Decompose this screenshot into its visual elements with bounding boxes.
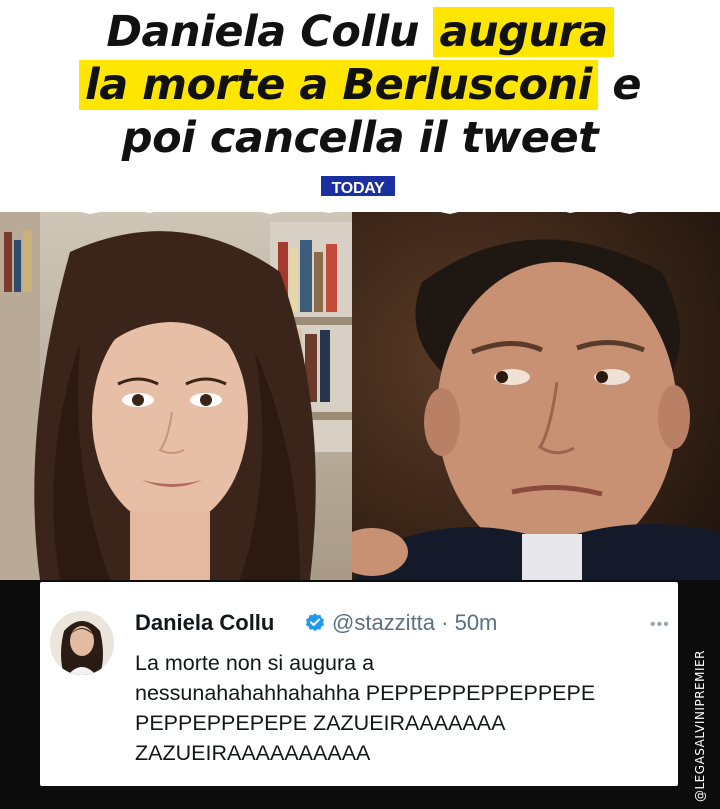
headline-text: e: [597, 60, 642, 110]
headline-line-2: la morte a Berlusconi e: [0, 59, 720, 112]
headline-line-3: poi cancella il tweet: [121, 113, 599, 163]
tweet-handle-and-time[interactable]: @stazzitta · 50m: [332, 610, 497, 636]
verified-badge-icon: [306, 613, 324, 632]
watermark: @LEGASALVINIPREMIER: [693, 650, 707, 802]
woman-portrait-photo: [0, 212, 356, 580]
headline-text: Daniela Collu: [106, 7, 434, 57]
headline: Daniela Collu augura la morte a Berlusco…: [0, 6, 720, 165]
man-portrait-photo: [352, 212, 720, 580]
tweet-text: La morte non si augura a nessunahahahhah…: [135, 651, 596, 765]
tweet-card: Daniela Collu @stazzitta · 50m ••• La mo…: [40, 582, 678, 786]
headline-highlight: augura: [433, 7, 614, 57]
headline-highlight: la morte a Berlusconi: [78, 60, 598, 110]
avatar: [50, 611, 114, 675]
torn-paper-edge: [0, 196, 720, 214]
tweet-author-name[interactable]: Daniela Collu: [135, 610, 274, 636]
more-options-icon[interactable]: •••: [650, 616, 670, 634]
photo-collage: [0, 212, 720, 580]
headline-line-1: Daniela Collu augura: [0, 6, 720, 59]
